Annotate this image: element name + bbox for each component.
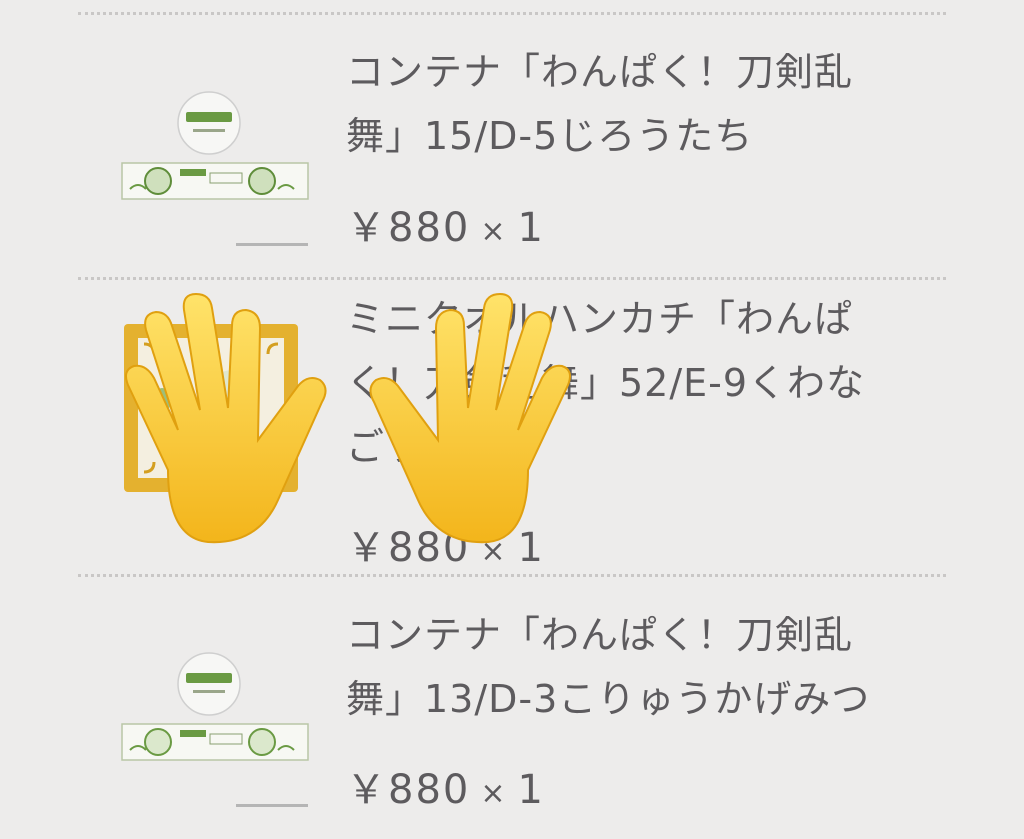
product-title-line-1: コンテナ「わんぱく！刀剣乱	[346, 50, 854, 94]
product-title-line-2: 舞」15/D-5じろうたち	[346, 114, 754, 158]
price: ￥880	[346, 205, 471, 251]
product-thumbnail-container[interactable]	[118, 646, 313, 811]
product-title[interactable]: コンテナ「わんぱく！刀剣乱 舞」15/D-5じろうたち	[346, 40, 926, 168]
divider-top	[78, 12, 946, 15]
raised-hands-emoji-icon	[125, 292, 571, 544]
times-sign: ×	[480, 776, 508, 811]
price: ￥880	[346, 767, 471, 813]
product-title[interactable]: コンテナ「わんぱく！刀剣乱 舞」13/D-3こりゅうかげみつ	[346, 603, 926, 731]
product-title-line-1: コンテナ「わんぱく！刀剣乱	[346, 613, 854, 657]
quantity: 1	[517, 205, 545, 251]
product-title-line-2: 舞」13/D-3こりゅうかげみつ	[346, 677, 871, 721]
divider-2	[78, 574, 946, 577]
divider-1	[78, 277, 946, 280]
times-sign: ×	[480, 214, 508, 249]
product-thumbnail-container[interactable]	[118, 85, 313, 250]
quantity: 1	[517, 767, 545, 813]
price-row: ￥880 × 1	[346, 195, 545, 253]
price-row: ￥880 × 1	[346, 757, 545, 815]
